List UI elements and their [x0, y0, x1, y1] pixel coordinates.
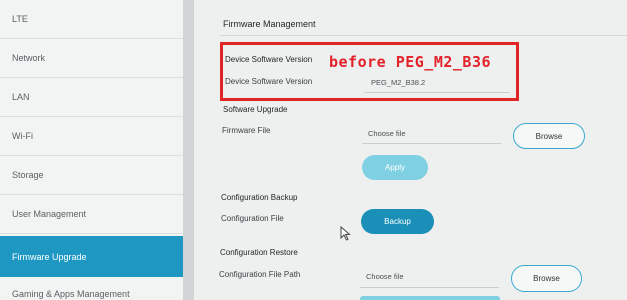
title-divider [220, 35, 627, 36]
annotation-text: before PEG_M2_B36 [329, 53, 492, 71]
annotation-highlight-box [220, 42, 519, 101]
sidebar-item-label: Gaming & Apps Management [12, 289, 130, 299]
apply-button[interactable]: Apply [362, 155, 428, 180]
backup-button[interactable]: Backup [361, 209, 434, 234]
sidebar-item-user-management[interactable]: User Management [0, 195, 183, 234]
sidebar-item-gaming-apps[interactable]: Gaming & Apps Management [0, 283, 183, 300]
sidebar-item-network[interactable]: Network [0, 39, 183, 78]
sidebar-item-label: Network [12, 53, 46, 63]
page-title: Firmware Management [223, 19, 316, 29]
sidebar-item-lan[interactable]: LAN [0, 78, 183, 117]
sidebar-item-label: LAN [12, 92, 30, 102]
sidebar-item-label: User Management [12, 209, 87, 219]
config-file-path-label: Configuration File Path [219, 270, 301, 279]
firmware-file-underline [362, 143, 501, 144]
software-upgrade-section-title: Software Upgrade [223, 105, 288, 114]
restore-action-button[interactable] [360, 296, 500, 300]
config-restore-section-title: Configuration Restore [220, 248, 298, 257]
sidebar-item-firmware-upgrade[interactable]: Firmware Upgrade [0, 236, 183, 277]
sidebar-nav: LTE Network LAN Wi-Fi Storage User Manag… [0, 0, 183, 300]
mouse-cursor-icon [340, 226, 351, 241]
sidebar-item-wifi[interactable]: Wi-Fi [0, 117, 183, 156]
restore-browse-button[interactable]: Browse [511, 265, 582, 292]
sidebar-item-label: Firmware Upgrade [12, 251, 87, 262]
sidebar-item-label: Storage [12, 170, 44, 180]
sidebar-divider [183, 0, 194, 300]
config-file-label: Configuration File [221, 214, 284, 223]
firmware-file-input[interactable]: Choose file [368, 129, 406, 138]
sidebar-item-storage[interactable]: Storage [0, 156, 183, 195]
firmware-browse-button[interactable]: Browse [513, 123, 585, 149]
sidebar-item-lte[interactable]: LTE [0, 0, 183, 39]
sidebar-item-label: LTE [12, 14, 28, 24]
config-file-path-underline [360, 287, 499, 288]
sidebar-item-label: Wi-Fi [12, 131, 33, 141]
firmware-file-label: Firmware File [222, 126, 271, 135]
config-backup-section-title: Configuration Backup [221, 193, 298, 202]
config-file-path-input[interactable]: Choose file [366, 272, 404, 281]
